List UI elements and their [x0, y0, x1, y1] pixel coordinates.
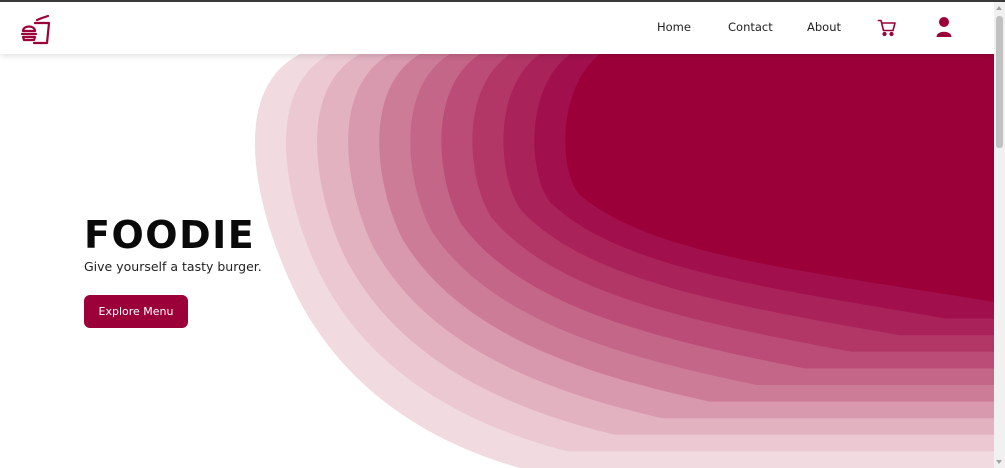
- scroll-up-arrow-icon[interactable]: [996, 6, 1002, 10]
- window-top-border: [0, 0, 1005, 2]
- browser-window: Home Contact About FOODIE Give yourself …: [0, 0, 1005, 468]
- hero-title: FOODIE: [84, 213, 256, 257]
- burger-logo-icon[interactable]: [20, 12, 54, 46]
- hero-subtitle: Give yourself a tasty burger.: [84, 259, 262, 274]
- user-icon[interactable]: [935, 16, 953, 38]
- nav-link-home[interactable]: Home: [657, 20, 691, 34]
- nav-link-contact[interactable]: Contact: [728, 20, 773, 34]
- explore-menu-button[interactable]: Explore Menu: [84, 295, 188, 328]
- scroll-thumb[interactable]: [996, 16, 1003, 148]
- scroll-down-arrow-icon[interactable]: [996, 460, 1002, 464]
- vertical-scrollbar[interactable]: [994, 2, 1005, 468]
- cart-icon[interactable]: [877, 18, 897, 38]
- nav-link-about[interactable]: About: [807, 20, 841, 34]
- navbar: Home Contact About: [0, 2, 994, 54]
